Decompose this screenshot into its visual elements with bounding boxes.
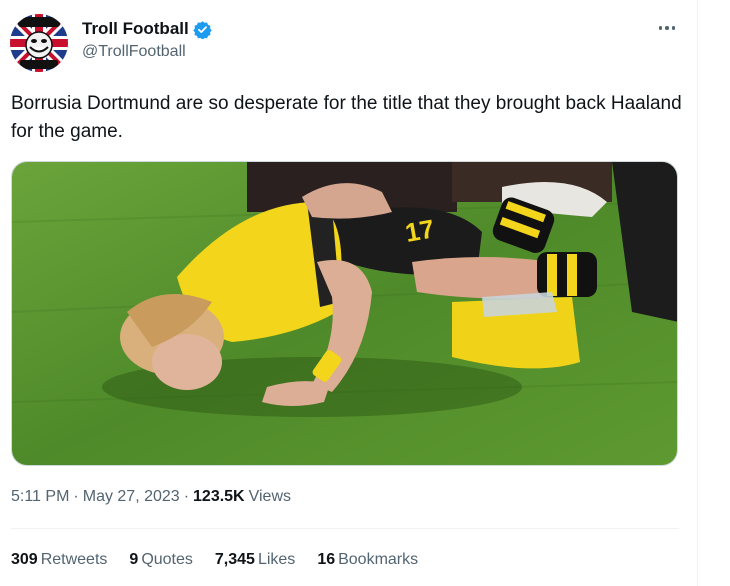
quotes-stat[interactable]: 9 Quotes	[129, 551, 193, 569]
likes-stat[interactable]: 7,345 Likes	[215, 551, 295, 569]
retweets-label: Retweets	[40, 551, 108, 568]
tweet-date[interactable]: May 27, 2023	[83, 488, 180, 506]
football-player-on-grass-image: 17	[12, 162, 677, 465]
views-count: 123.5K	[193, 488, 245, 505]
tweet-card[interactable]: Troll Football @TrollFootball Borrusia D…	[0, 0, 697, 586]
timeline-border	[697, 0, 698, 586]
verified-badge-icon[interactable]	[193, 20, 212, 40]
likes-count: 7,345	[214, 551, 255, 568]
more-options-icon[interactable]	[655, 16, 679, 40]
likes-label: Likes	[257, 551, 296, 568]
quotes-label: Quotes	[141, 551, 193, 568]
retweets-stat[interactable]: 309 Retweets	[11, 551, 107, 569]
svg-text:17: 17	[403, 213, 437, 248]
retweets-count: 309	[11, 551, 38, 568]
bookmarks-label: Bookmarks	[338, 551, 419, 568]
bookmarks-stat[interactable]: 16 Bookmarks	[317, 551, 418, 569]
avatar[interactable]	[10, 14, 68, 72]
tweet-time[interactable]: 5:11 PM	[11, 488, 69, 506]
quotes-count: 9	[129, 551, 139, 568]
tweet-text: Borrusia Dortmund are so desperate for t…	[11, 93, 682, 142]
engagement-stats: 309 Retweets 9 Quotes 7,345 Likes 16 Bookmar…	[11, 551, 418, 569]
bookmarks-count: 16	[317, 551, 336, 568]
tweet-meta: 5:11 PM · May 27, 2023 · 123.5K Views	[11, 488, 291, 506]
meta-separator: ·	[183, 488, 190, 505]
meta-separator: ·	[73, 488, 79, 505]
views-label: Views	[248, 488, 291, 505]
display-name[interactable]: Troll Football	[82, 19, 189, 39]
tweet-media-image[interactable]: 17	[11, 161, 678, 466]
union-jack-avatar-icon	[10, 14, 68, 72]
author-handle[interactable]: @TrollFootball	[82, 43, 186, 61]
divider	[11, 528, 679, 529]
author-name-row[interactable]: Troll Football	[82, 19, 212, 40]
